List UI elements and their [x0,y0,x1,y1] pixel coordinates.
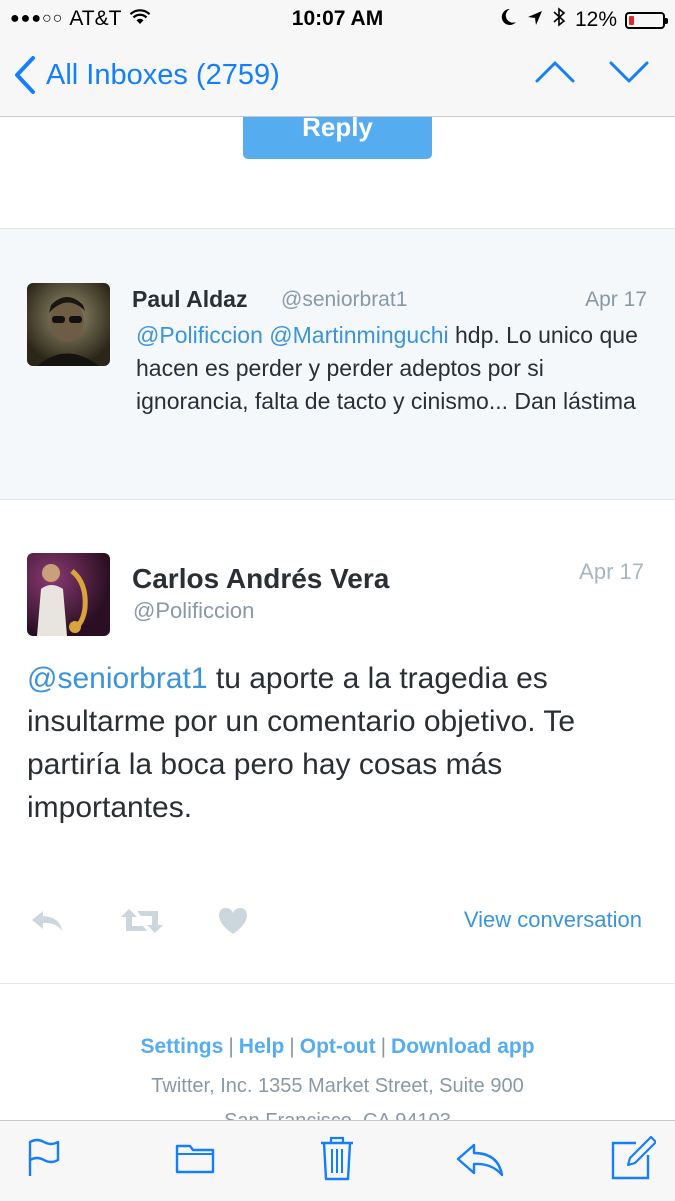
footer-links: Settings | Help | Opt-out | Download app [0,1035,675,1059]
separator: | [228,1035,234,1058]
view-conversation-link[interactable]: View conversation [464,907,642,933]
author-name[interactable]: Carlos Andrés Vera [132,563,389,595]
back-label: All Inboxes (2759) [46,58,280,91]
author-handle[interactable]: @seniorbrat1 [281,288,407,312]
settings-link[interactable]: Settings [140,1035,223,1058]
battery-icon [625,11,668,29]
navigation-bar: All Inboxes (2759) [0,38,675,117]
battery-percent: 12% [574,8,617,31]
mention-link[interactable]: @seniorbrat1 [27,662,208,695]
separator: | [380,1035,387,1058]
status-bar: ●●●○○ AT&T 10:07 AM 12% [0,0,675,38]
divider [0,983,675,984]
bluetooth-icon [553,7,566,33]
help-link[interactable]: Help [239,1035,285,1058]
next-message-button[interactable] [609,60,649,89]
compose-icon[interactable] [610,1135,658,1186]
previous-message-button[interactable] [535,60,575,89]
avatar[interactable] [27,553,110,636]
mention-link[interactable]: @Martinminguchi [269,322,448,348]
chevron-left-icon [15,56,35,94]
tweet-text: @seniorbrat1 tu aporte a la tragedia es … [27,657,657,829]
tweet-date: Apr 17 [585,288,647,311]
message-navigation [501,60,649,89]
tweet-date: Apr 17 [579,559,644,584]
opt-out-link[interactable]: Opt-out [300,1035,376,1058]
heart-icon[interactable] [218,907,248,940]
folder-icon[interactable] [175,1141,215,1180]
status-right: 12% [491,7,668,33]
mention-link[interactable]: @Polificcion [136,322,263,348]
author-handle[interactable]: @Polificcion [133,598,254,624]
trash-icon[interactable] [319,1135,355,1186]
separator: | [289,1035,295,1058]
footer-address: Twitter, Inc. 1355 Market Street, Suite … [151,1075,524,1097]
footer-city: San Francisco, CA 94103 [0,1110,675,1120]
chevron-up-icon [535,61,575,83]
email-body: Reply Paul Aldaz @seniorbrat1 Apr 17 @Po… [0,117,675,1120]
download-app-link[interactable]: Download app [391,1035,535,1058]
quoted-tweet: Paul Aldaz @seniorbrat1 Apr 17 @Polificc… [0,228,675,500]
reply-arrow-icon[interactable] [456,1143,504,1182]
author-name[interactable]: Paul Aldaz [132,286,247,313]
avatar[interactable] [27,283,110,366]
reply-button[interactable]: Reply [243,117,432,159]
flag-icon[interactable] [27,1136,61,1183]
tweet-actions: View conversation [0,903,675,943]
back-button[interactable]: All Inboxes (2759) [14,56,280,94]
tweet-text: @Polificcion @Martinminguchi hdp. Lo uni… [136,319,646,418]
retweet-icon[interactable] [121,907,163,940]
moon-icon [501,8,517,32]
mail-toolbar [0,1120,675,1201]
reply-icon[interactable] [30,909,64,938]
chevron-down-icon [609,61,649,83]
location-icon [527,8,543,32]
